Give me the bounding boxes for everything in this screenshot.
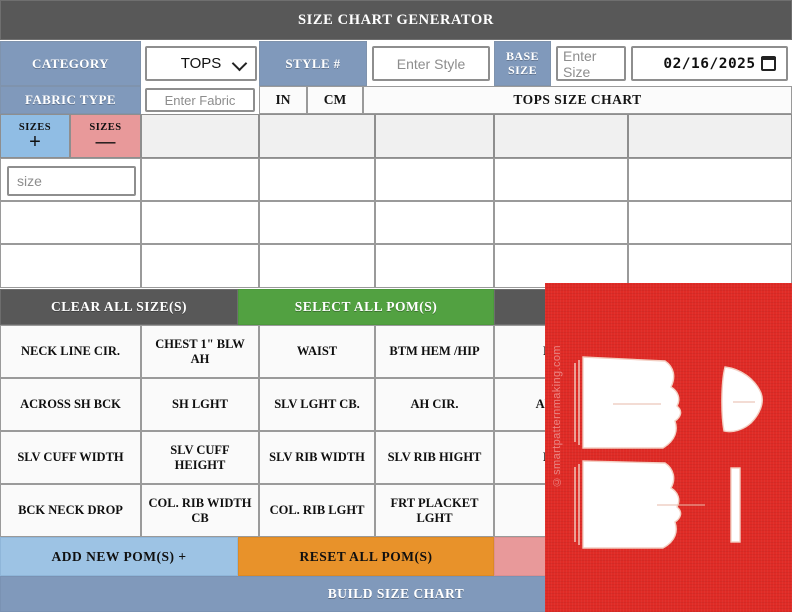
select-all-poms-button[interactable]: SELECT ALL POM(S) <box>238 289 494 325</box>
reset-all-poms-button[interactable]: RESET ALL POM(S) <box>238 537 494 576</box>
pom-cell[interactable]: SLV RIB HIGHT <box>375 431 494 484</box>
table-cell: inches <box>259 244 375 288</box>
fabric-type-label: FABRIC TYPE <box>0 86 141 114</box>
pom-cell[interactable]: SLV CUFF HEIGHT <box>141 431 259 484</box>
table-cell: inches <box>375 201 494 244</box>
blank-header-cell <box>494 114 628 158</box>
table-cell: inches <box>375 244 494 288</box>
plus-icon: + <box>29 131 41 154</box>
unit-cm-toggle[interactable]: CM <box>307 86 363 114</box>
table-cell: inches <box>628 201 792 244</box>
style-input[interactable]: Enter Style <box>372 46 490 81</box>
add-new-poms-button[interactable]: ADD NEW POM(S) + <box>0 537 238 576</box>
table-cell: inches <box>628 158 792 201</box>
category-select[interactable]: TOPS <box>145 46 257 81</box>
blank-header-cell <box>628 114 792 158</box>
blank-header-cell <box>259 114 375 158</box>
style-label: STYLE # <box>259 41 367 86</box>
pom-cell[interactable]: ACROSS SH BCK <box>0 378 141 431</box>
calendar-icon[interactable] <box>761 55 776 71</box>
pom-cell[interactable]: BTM HEM /HIP <box>375 325 494 378</box>
pom-cell[interactable]: COL. RIB WIDTH CB <box>141 484 259 537</box>
chevron-down-icon <box>231 55 248 71</box>
size-input[interactable]: size <box>7 166 136 196</box>
unit-in-toggle[interactable]: IN <box>259 86 307 114</box>
fabric-type-input[interactable]: Enter Fabric <box>145 88 255 112</box>
pom-cell[interactable]: BCK NECK DROP <box>0 484 141 537</box>
pom-cell[interactable]: NECK LINE CIR. <box>0 325 141 378</box>
pom-cell[interactable]: FRT PLACKET LGHT <box>375 484 494 537</box>
remove-size-button[interactable]: SIZES — <box>70 114 141 158</box>
size-chart-generator-app: SIZE CHART GENERATOR CATEGORY TOPS STYLE… <box>0 0 792 612</box>
blank-header-cell <box>141 114 259 158</box>
minus-icon: — <box>95 131 116 154</box>
table-row: size <box>0 158 141 201</box>
pom-cell[interactable]: SLV CUFF WIDTH <box>0 431 141 484</box>
pom-cell[interactable]: SLV RIB WIDTH <box>259 431 375 484</box>
date-value: 02/16/2025 <box>663 55 756 72</box>
table-cell: inches <box>494 158 628 201</box>
table-row: size <box>0 201 141 244</box>
add-size-button[interactable]: SIZES + <box>0 114 70 158</box>
pom-cell[interactable]: CHEST 1" BLW AH <box>141 325 259 378</box>
blank-header-cell <box>375 114 494 158</box>
pom-cell[interactable]: AH CIR. <box>375 378 494 431</box>
size-chart-title: TOPS SIZE CHART <box>363 86 792 114</box>
table-cell: inches <box>141 201 259 244</box>
pom-cell[interactable]: WAIST <box>259 325 375 378</box>
table-cell: inches <box>259 158 375 201</box>
garment-pattern-illustration <box>574 356 763 549</box>
table-cell: inches <box>628 244 792 288</box>
pom-cell[interactable]: SLV LGHT CB. <box>259 378 375 431</box>
date-input[interactable]: 02/16/2025 <box>631 46 788 81</box>
base-size-label: BASE SIZE <box>494 41 551 86</box>
table-cell: inches <box>141 244 259 288</box>
category-label: CATEGORY <box>0 41 141 86</box>
table-cell: inches <box>494 201 628 244</box>
table-cell: inches <box>259 201 375 244</box>
pattern-preview-overlay: ©smartpatternmaking.com <box>545 283 792 612</box>
clear-all-sizes-button[interactable]: CLEAR ALL SIZE(S) <box>0 289 238 325</box>
table-cell: inches <box>375 158 494 201</box>
watermark-text: ©smartpatternmaking.com <box>551 345 563 488</box>
base-size-input[interactable]: Enter Size <box>556 46 626 81</box>
category-select-value: TOPS <box>180 55 222 72</box>
pom-cell[interactable]: COL. RIB LGHT <box>259 484 375 537</box>
table-row: size <box>0 244 141 288</box>
page-title: SIZE CHART GENERATOR <box>0 0 792 40</box>
pom-cell[interactable]: SH LGHT <box>141 378 259 431</box>
table-cell: inches <box>494 244 628 288</box>
table-cell: inches <box>141 158 259 201</box>
